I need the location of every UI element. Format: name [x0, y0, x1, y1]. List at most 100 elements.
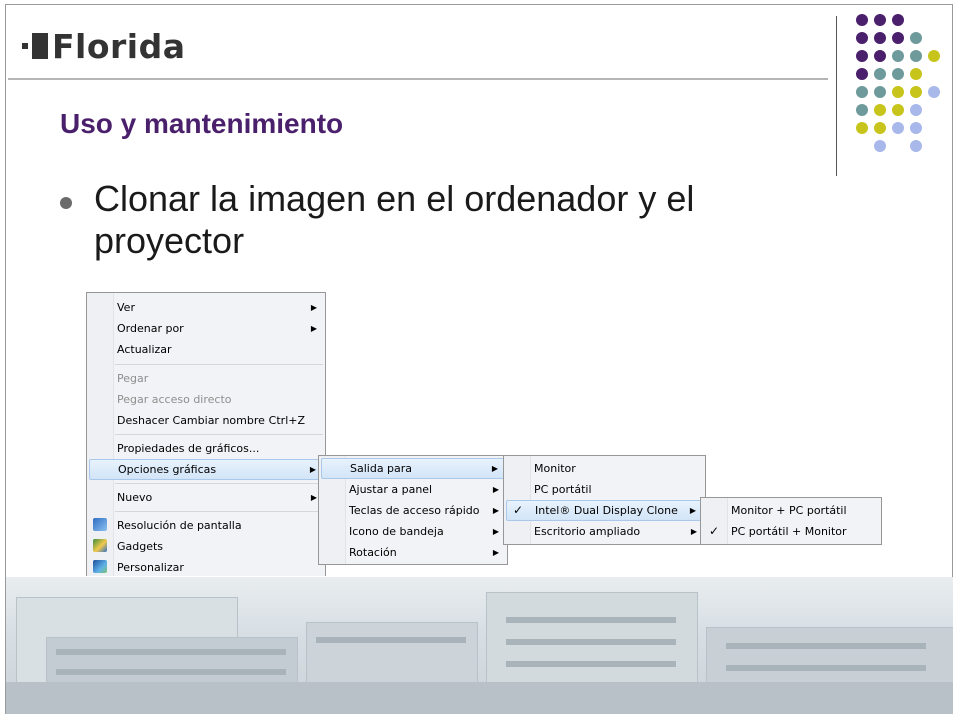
- dot: [892, 32, 904, 44]
- menu-item-opciones-graficas[interactable]: Opciones gráficas ▶: [89, 459, 323, 480]
- submenu-arrow-icon: ▶: [690, 527, 697, 536]
- menu-item-personalizar[interactable]: Personalizar: [89, 557, 323, 578]
- menu-item-ordenar-por[interactable]: Ordenar por ▶: [89, 318, 323, 339]
- bullet-icon: [60, 197, 72, 209]
- dot: [856, 32, 868, 44]
- dot: [910, 68, 922, 80]
- submenu-arrow-icon: ▶: [491, 464, 498, 473]
- window-strip: [726, 665, 926, 671]
- window-strip: [316, 637, 466, 643]
- dot: [856, 68, 868, 80]
- dot: [892, 104, 904, 116]
- menu-item-label: Ver: [117, 301, 135, 314]
- window-strip: [56, 649, 286, 655]
- menu-separator: [115, 364, 323, 365]
- menu-item-label: PC portátil: [534, 483, 592, 496]
- submenu-arrow-icon: ▶: [689, 506, 696, 515]
- menu-item-label: Ordenar por: [117, 322, 184, 335]
- dot: [928, 50, 940, 62]
- menu-item-label: Pegar: [117, 372, 149, 385]
- dot: [910, 32, 922, 44]
- menu-item-nuevo[interactable]: Nuevo ▶: [89, 487, 323, 508]
- menu-item-rotacion[interactable]: Rotación ▶: [321, 542, 505, 563]
- menu-item-label: Teclas de acceso rápido: [349, 504, 480, 517]
- dot: [874, 32, 886, 44]
- dot: [874, 14, 886, 26]
- dot: [910, 50, 922, 62]
- dot: [874, 68, 886, 80]
- submenu-salida-para: Monitor PC portátil ✓ Intel® Dual Display…: [503, 455, 706, 545]
- submenu-arrow-icon: ▶: [492, 548, 499, 557]
- campus-photo: [6, 577, 953, 714]
- menu-item-teclas-acceso-rapido[interactable]: Teclas de acceso rápido ▶: [321, 500, 505, 521]
- menu-item-ajustar-panel[interactable]: Ajustar a panel ▶: [321, 479, 505, 500]
- menu-item-label: Propiedades de gráficos...: [117, 442, 260, 455]
- menu-item-label: Monitor: [534, 462, 576, 475]
- dot: [874, 122, 886, 134]
- dot: [892, 50, 904, 62]
- menu-item-pegar-acceso-directo[interactable]: Pegar acceso directo: [89, 389, 323, 410]
- dot: [928, 86, 940, 98]
- dot: [874, 140, 886, 152]
- menu-item-label: Gadgets: [117, 540, 164, 553]
- menu-item-label: Resolución de pantalla: [117, 519, 242, 532]
- menu-separator: [115, 511, 323, 512]
- menu-item-label: PC portátil + Monitor: [731, 525, 847, 538]
- checkmark-icon: ✓: [513, 503, 524, 517]
- dot: [874, 86, 886, 98]
- menu-item-label: Icono de bandeja: [349, 525, 444, 538]
- dot: [892, 86, 904, 98]
- menu-separator: [115, 483, 323, 484]
- menu-item-label: Intel® Dual Display Clone: [535, 504, 678, 517]
- submenu-dual-display-clone: Monitor + PC portátil ✓ PC portátil + Mon…: [700, 497, 882, 545]
- menu-item-actualizar[interactable]: Actualizar: [89, 339, 323, 360]
- menu-item-pegar[interactable]: Pegar: [89, 368, 323, 389]
- window-strip: [56, 669, 286, 675]
- dot: [856, 50, 868, 62]
- dot: [892, 68, 904, 80]
- menu-item-label: Ajustar a panel: [349, 483, 433, 496]
- submenu-arrow-icon: ▶: [310, 324, 317, 333]
- slide-subtitle: Uso y mantenimiento: [60, 108, 344, 139]
- dot: [856, 122, 868, 134]
- menu-item-ver[interactable]: Ver ▶: [89, 297, 323, 318]
- bullet-text: Clonar la imagen en el ordenador y el pr…: [94, 178, 695, 261]
- submenu-arrow-icon: ▶: [492, 506, 499, 515]
- dot: [910, 86, 922, 98]
- menu-separator: [115, 434, 323, 435]
- menu-item-gadgets[interactable]: Gadgets: [89, 536, 323, 557]
- menu-item-monitor[interactable]: Monitor: [506, 458, 703, 479]
- menu-item-resolucion-pantalla[interactable]: Resolución de pantalla: [89, 515, 323, 536]
- trees: [6, 682, 953, 714]
- menu-item-dual-display-clone[interactable]: ✓ Intel® Dual Display Clone ▶: [506, 500, 703, 521]
- dot: [874, 50, 886, 62]
- dot: [892, 14, 904, 26]
- submenu-arrow-icon: ▶: [310, 493, 317, 502]
- menu-item-label: Personalizar: [117, 561, 184, 574]
- menu-item-label: Nuevo: [117, 491, 153, 504]
- window-strip: [506, 639, 676, 645]
- dot: [874, 104, 886, 116]
- menu-item-icono-bandeja[interactable]: Icono de bandeja ▶: [321, 521, 505, 542]
- checkmark-icon: ✓: [709, 524, 720, 538]
- menu-item-label: Salida para: [350, 462, 413, 475]
- dot: [910, 140, 922, 152]
- dot: [856, 104, 868, 116]
- menu-item-deshacer[interactable]: Deshacer Cambiar nombre Ctrl+Z: [89, 410, 323, 431]
- menu-item-monitor-pc-portatil[interactable]: Monitor + PC portátil: [703, 500, 879, 521]
- desktop-context-menu: Ver ▶ Ordenar por ▶ Actualizar Pegar Pegar…: [86, 292, 326, 578]
- menu-item-pc-portatil-monitor[interactable]: ✓ PC portátil + Monitor: [703, 521, 879, 542]
- submenu-arrow-icon: ▶: [492, 485, 499, 494]
- submenu-arrow-icon: ▶: [309, 465, 316, 474]
- menu-item-escritorio-ampliado[interactable]: Escritorio ampliado ▶: [506, 521, 703, 542]
- menu-item-salida-para[interactable]: Salida para ▶: [321, 458, 505, 479]
- window-strip: [506, 617, 676, 623]
- window-strip: [506, 661, 676, 667]
- submenu-arrow-icon: ▶: [492, 527, 499, 536]
- menu-item-propiedades-graficos[interactable]: Propiedades de gráficos...: [89, 438, 323, 459]
- menu-item-label: Deshacer Cambiar nombre: [117, 414, 265, 427]
- menu-item-pc-portatil[interactable]: PC portátil: [506, 479, 703, 500]
- window-strip: [726, 643, 926, 649]
- menu-item-shortcut: Ctrl+Z: [268, 414, 305, 427]
- submenu-arrow-icon: ▶: [310, 303, 317, 312]
